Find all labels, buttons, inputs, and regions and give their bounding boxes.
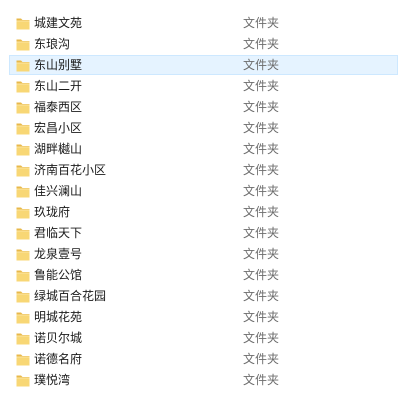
file-type: 文件夹 — [243, 79, 280, 93]
file-type: 文件夹 — [243, 58, 280, 72]
file-list: 城建文苑 文件夹 东琅沟 文件夹 东山别墅 文件夹 东山二开 文件夹 福泰西区 文件夹 宏昌小区 文件… — [0, 0, 398, 394]
folder-icon — [16, 185, 30, 198]
file-type: 文件夹 — [243, 100, 280, 114]
folder-icon — [16, 80, 30, 93]
file-name: 湖畔樾山 — [34, 142, 83, 156]
file-name: 明城花苑 — [34, 310, 83, 324]
file-type: 文件夹 — [243, 142, 280, 156]
file-name: 玖珑府 — [34, 205, 71, 219]
folder-icon — [16, 164, 30, 177]
file-row[interactable]: 城建文苑 文件夹 — [9, 13, 398, 33]
file-row[interactable]: 璞悦湾 文件夹 — [9, 370, 398, 390]
file-type: 文件夹 — [243, 310, 280, 324]
folder-icon — [16, 227, 30, 240]
file-name: 福泰西区 — [34, 100, 83, 114]
file-type: 文件夹 — [243, 352, 280, 366]
file-type: 文件夹 — [243, 205, 280, 219]
folder-icon — [16, 248, 30, 261]
folder-icon — [16, 38, 30, 51]
file-type: 文件夹 — [243, 37, 280, 51]
file-name: 宏昌小区 — [34, 121, 83, 135]
file-row[interactable]: 福泰西区 文件夹 — [9, 97, 398, 117]
file-row[interactable]: 玖珑府 文件夹 — [9, 202, 398, 222]
file-row[interactable]: 君临天下 文件夹 — [9, 223, 398, 243]
file-type: 文件夹 — [243, 226, 280, 240]
file-name: 东山二开 — [34, 79, 83, 93]
file-type: 文件夹 — [243, 121, 280, 135]
file-name: 绿城百合花园 — [34, 289, 107, 303]
folder-icon — [16, 59, 30, 72]
file-name: 龙泉壹号 — [34, 247, 83, 261]
file-row[interactable]: 诺德名府 文件夹 — [9, 349, 398, 369]
file-type: 文件夹 — [243, 184, 280, 198]
folder-icon — [16, 332, 30, 345]
folder-icon — [16, 269, 30, 282]
file-name: 东琅沟 — [34, 37, 71, 51]
file-name: 东山别墅 — [34, 58, 83, 72]
file-row[interactable]: 佳兴澜山 文件夹 — [9, 181, 398, 201]
file-row[interactable]: 湖畔樾山 文件夹 — [9, 139, 398, 159]
folder-icon — [16, 353, 30, 366]
file-type: 文件夹 — [243, 247, 280, 261]
folder-icon — [16, 206, 30, 219]
folder-icon — [16, 290, 30, 303]
file-name: 诺德名府 — [34, 352, 83, 366]
file-row[interactable]: 绿城百合花园 文件夹 — [9, 286, 398, 306]
file-name: 鲁能公馆 — [34, 268, 83, 282]
folder-icon — [16, 143, 30, 156]
folder-icon — [16, 122, 30, 135]
file-name: 璞悦湾 — [34, 373, 71, 387]
file-type: 文件夹 — [243, 289, 280, 303]
file-type: 文件夹 — [243, 268, 280, 282]
file-row[interactable]: 龙泉壹号 文件夹 — [9, 244, 398, 264]
file-name: 君临天下 — [34, 226, 83, 240]
file-name: 济南百花小区 — [34, 163, 107, 177]
file-type: 文件夹 — [243, 163, 280, 177]
folder-icon — [16, 374, 30, 387]
file-row[interactable]: 东琅沟 文件夹 — [9, 34, 398, 54]
file-name: 佳兴澜山 — [34, 184, 83, 198]
folder-icon — [16, 311, 30, 324]
file-row[interactable]: 东山别墅 文件夹 — [9, 55, 398, 75]
file-type: 文件夹 — [243, 16, 280, 30]
file-row[interactable]: 诺贝尔城 文件夹 — [9, 328, 398, 348]
file-row[interactable]: 鲁能公馆 文件夹 — [9, 265, 398, 285]
file-row[interactable]: 东山二开 文件夹 — [9, 76, 398, 96]
file-name: 诺贝尔城 — [34, 331, 83, 345]
file-type: 文件夹 — [243, 373, 280, 387]
file-row[interactable]: 济南百花小区 文件夹 — [9, 160, 398, 180]
file-name: 城建文苑 — [34, 16, 83, 30]
file-row[interactable]: 明城花苑 文件夹 — [9, 307, 398, 327]
file-row[interactable]: 宏昌小区 文件夹 — [9, 118, 398, 138]
folder-icon — [16, 101, 30, 114]
file-type: 文件夹 — [243, 331, 280, 345]
folder-icon — [16, 17, 30, 30]
